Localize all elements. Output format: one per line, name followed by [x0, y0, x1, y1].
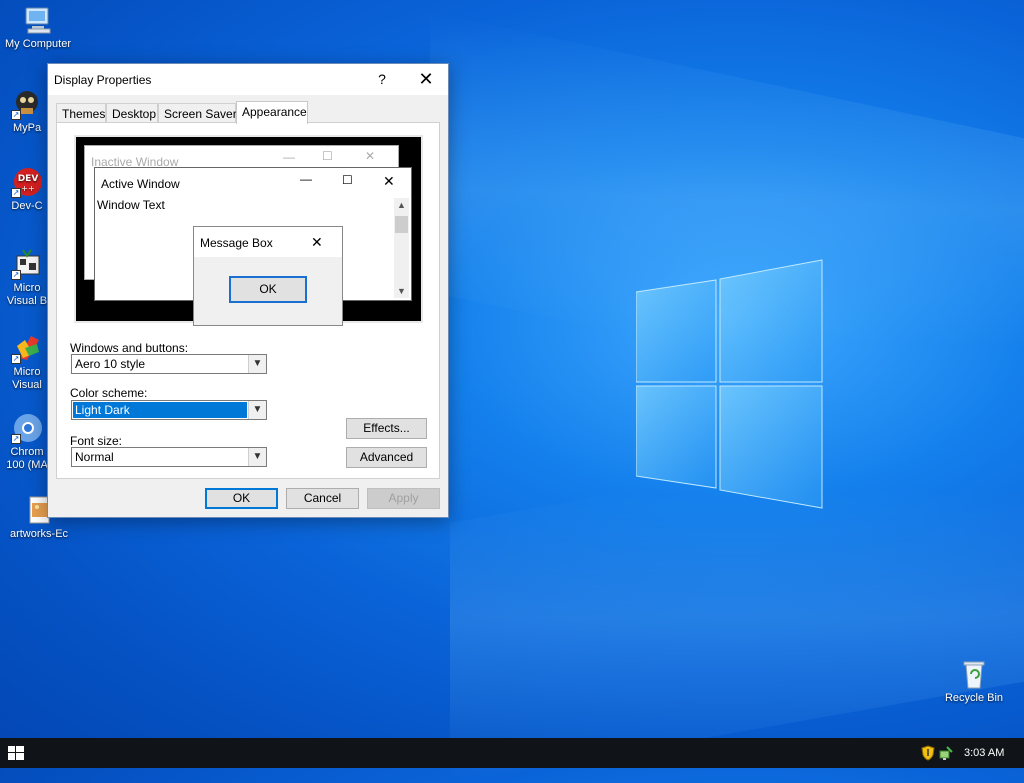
message-box-preview: Message Box ✕ OK [193, 226, 343, 326]
dialog-titlebar[interactable]: Display Properties ? ✕ [48, 64, 448, 95]
start-button[interactable] [0, 738, 32, 768]
visual-basic-icon: ↗ [11, 248, 43, 280]
font-size-select[interactable]: Normal ▼ [71, 447, 267, 467]
windows-buttons-value: Aero 10 style [75, 357, 146, 371]
color-scheme-label: Color scheme: [70, 386, 148, 400]
close-icon: ✕ [365, 149, 376, 163]
active-window-title: Active Window [101, 177, 180, 191]
tab-desktop[interactable]: Desktop [106, 103, 158, 123]
chevron-down-icon[interactable]: ▼ [248, 355, 266, 373]
chromium-icon: ↗ [11, 412, 43, 444]
maximize-icon: ☐ [342, 173, 353, 187]
shortcut-arrow-icon: ↗ [11, 188, 21, 198]
computer-icon [22, 4, 54, 36]
shortcut-arrow-icon: ↗ [11, 270, 21, 280]
apply-button[interactable]: Apply [367, 488, 440, 509]
font-size-value: Normal [75, 450, 114, 464]
desktop-icon-my-computer[interactable]: My Computer [0, 4, 78, 51]
help-button[interactable]: ? [362, 64, 402, 95]
windows-start-icon [8, 746, 24, 760]
dialog-title: Display Properties [54, 73, 152, 87]
ok-button[interactable]: OK [205, 488, 278, 509]
taskbar-clock[interactable]: 3:03 AM [964, 747, 1004, 759]
windows-buttons-select[interactable]: Aero 10 style ▼ [71, 354, 267, 374]
tab-themes[interactable]: Themes [56, 103, 106, 123]
scroll-up-icon: ▲ [397, 200, 406, 210]
shortcut-arrow-icon: ↗ [11, 110, 21, 120]
svg-text:++: ++ [21, 184, 34, 193]
message-box-title: Message Box [200, 236, 273, 250]
cancel-button[interactable]: Cancel [286, 488, 359, 509]
shortcut-arrow-icon: ↗ [11, 354, 21, 364]
color-scheme-select[interactable]: Light Dark ▼ [71, 400, 267, 420]
security-shield-icon[interactable] [921, 745, 935, 764]
effects-button[interactable]: Effects... [346, 418, 427, 439]
taskbar: 3:03 AM [0, 738, 1024, 768]
tab-screen-saver[interactable]: Screen Saver [158, 103, 237, 123]
color-scheme-value: Light Dark [72, 401, 248, 419]
recycle-bin-icon [958, 658, 990, 690]
svg-text:DEV: DEV [18, 174, 39, 184]
visual-studio-icon: ↗ [11, 332, 43, 364]
desktop-icon-recycle-bin[interactable]: Recycle Bin [934, 658, 1014, 705]
windows-buttons-label: Windows and buttons: [70, 341, 189, 355]
active-window-preview: Active Window — ☐ ✕ Window Text ▲ ▼ Mess… [94, 167, 412, 326]
dev-cpp-icon: DEV ++ ↗ [11, 166, 43, 198]
shortcut-arrow-icon: ↗ [11, 434, 21, 444]
maximize-icon: ☐ [322, 149, 333, 163]
window-text-sample: Window Text [97, 198, 165, 212]
display-properties-dialog: Display Properties ? ✕ Themes Desktop Sc… [47, 63, 449, 518]
message-box-titlebar: Message Box ✕ [194, 227, 342, 257]
tab-appearance[interactable]: Appearance [236, 101, 308, 124]
windows-wallpaper-logo [636, 258, 824, 510]
preview-scrollbar: ▲ ▼ [394, 198, 409, 298]
appearance-preview: Inactive Window — ☐ ✕ Active Window — ☐ … [74, 135, 423, 326]
message-box-ok-button: OK [229, 276, 307, 303]
close-button[interactable]: ✕ [406, 64, 446, 95]
minimize-icon: — [300, 172, 312, 186]
scrollbar-thumb [395, 216, 408, 233]
scroll-down-icon: ▼ [397, 286, 406, 296]
font-size-label: Font size: [70, 434, 123, 448]
mypa-app-icon: ↗ [11, 88, 43, 120]
chevron-down-icon[interactable]: ▼ [248, 448, 266, 466]
close-icon: ✕ [311, 234, 323, 250]
close-icon: ✕ [383, 173, 395, 189]
network-icon[interactable] [938, 745, 954, 764]
appearance-panel: Inactive Window — ☐ ✕ Active Window — ☐ … [56, 122, 440, 479]
chevron-down-icon[interactable]: ▼ [248, 401, 266, 419]
advanced-button[interactable]: Advanced [346, 447, 427, 468]
minimize-icon: — [283, 150, 295, 164]
